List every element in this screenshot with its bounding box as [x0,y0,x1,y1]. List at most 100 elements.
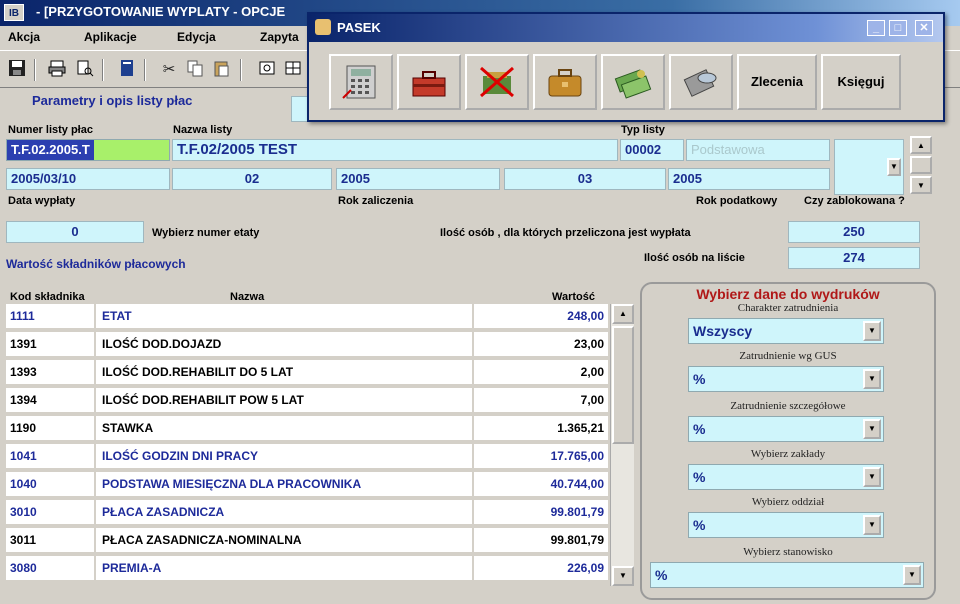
app-icon[interactable]: IB [4,4,24,21]
column-header-wartosc: Wartość [552,291,595,303]
table-row[interactable]: 1041 ILOŚĆ GODZIN DNI PRACY 17.765,00 [6,444,610,470]
sum-icon[interactable] [256,59,278,81]
print-field-label: Charakter zatrudnienia [737,302,839,314]
osob-przeliczona-field[interactable]: 250 [788,221,920,243]
print-field-select[interactable]: % ▼ [650,562,924,588]
book-icon[interactable] [116,59,138,81]
print-field-select[interactable]: % ▼ [688,416,884,442]
money-button[interactable] [601,54,665,110]
rok-podatkowy-label: Rok podatkowy [696,195,778,207]
skladniki-title: Wartość składników płacowych [6,257,186,271]
rok-podatkowy-field[interactable]: 2005 [668,168,830,190]
nazwa-listy-field[interactable]: T.F.02/2005 TEST [172,139,618,161]
cell-kod: 1041 [6,444,96,468]
table-scrollbar[interactable]: ▲ ▼ [610,304,634,586]
table-row[interactable]: 3010 PŁACA ZASADNICZA 99.801,79 [6,500,610,526]
menu-edycja[interactable]: Edycja [177,30,216,44]
spin-down-button[interactable]: ▼ [910,176,932,194]
cell-wartosc: 226,09 [476,556,610,580]
chevron-down-icon[interactable]: ▼ [863,515,881,535]
table-row[interactable]: 1394 ILOŚĆ DOD.REHABILIT POW 5 LAT 7,00 [6,388,610,414]
print-icon[interactable] [46,59,68,81]
cell-wartosc: 2,00 [476,360,610,384]
cell-wartosc: 23,00 [476,332,610,356]
table-body: 1111 ETAT 248,00 1391 ILOŚĆ DOD.DOJAZD 23,00 1… [6,304,610,596]
cell-wartosc: 248,00 [476,304,610,328]
table-row[interactable]: 3011 PŁACA ZASADNICZA-NOMINALNA 99.801,79 [6,528,610,554]
disk-button[interactable] [669,54,733,110]
chevron-down-icon[interactable]: ▼ [863,369,881,389]
table-row[interactable]: 1391 ILOŚĆ DOD.DOJAZD 23,00 [6,332,610,358]
menu-akcja[interactable]: Akcja [8,30,40,44]
print-field-value: Wszyscy [693,323,753,339]
scroll-down-button[interactable]: ▼ [612,566,634,586]
rok-zaliczenia-field[interactable]: 2005 [336,168,500,190]
cell-nazwa: PODSTAWA MIESIĘCZNA DLA PRACOWNIKA [98,472,474,496]
cancel-tools-button[interactable] [465,54,529,110]
chevron-down-icon[interactable]: ▼ [887,158,901,176]
cell-nazwa: PŁACA ZASADNICZA-NOMINALNA [98,528,474,552]
table-row[interactable]: 1393 ILOŚĆ DOD.REHABILIT DO 5 LAT 2,00 [6,360,610,386]
etat-number-field[interactable]: 0 [6,221,144,243]
print-field-select[interactable]: % ▼ [688,512,884,538]
data-wyplaty-field[interactable]: 2005/03/10 [6,168,170,190]
chevron-down-icon[interactable]: ▼ [863,467,881,487]
month1-field[interactable]: 02 [172,168,332,190]
table-row[interactable]: 1111 ETAT 248,00 [6,304,610,330]
toolbar-separator [240,59,242,81]
print-field-label: Wybierz oddział [751,496,825,508]
menu-zapytania[interactable]: Zapyta [260,30,299,44]
briefcase-button[interactable] [533,54,597,110]
toolbox-button[interactable] [397,54,461,110]
print-field-value: % [693,517,706,533]
numer-listy-field[interactable]: T.F.02.2005.T [6,139,170,161]
scroll-up-button[interactable]: ▲ [612,304,634,324]
cell-nazwa: PREMIA-A [98,556,474,580]
spin-up-button[interactable]: ▲ [910,136,932,154]
print-field-label: Wybierz zakłady [750,448,826,460]
chevron-down-icon[interactable]: ▼ [903,565,921,585]
table-row[interactable]: 1040 PODSTAWA MIESIĘCZNA DLA PRACOWNIKA 40… [6,472,610,498]
minimize-button[interactable]: _ [867,20,885,36]
cell-kod: 3011 [6,528,96,552]
numer-listy-label: Numer listy płac [8,124,93,136]
typ-listy-label: Typ listy [621,124,665,136]
chevron-down-icon[interactable]: ▼ [863,321,881,341]
print-field-select[interactable]: Wszyscy ▼ [688,318,884,344]
zablokowana-select[interactable]: ▼ [834,139,904,195]
paste-icon[interactable] [210,59,232,81]
close-button[interactable]: ✕ [915,20,933,36]
month2-field[interactable]: 03 [504,168,666,190]
rok-zaliczenia-label: Rok zaliczenia [338,195,414,207]
pasek-title-bar: PASEK _ □ ✕ [309,14,943,42]
table-row[interactable]: 3080 PREMIA-A 226,09 [6,556,610,582]
column-header-kod: Kod składnika [10,291,85,303]
maximize-button[interactable]: □ [889,20,907,36]
typ-listy-code[interactable]: 00002 [620,139,684,161]
cell-kod: 1040 [6,472,96,496]
save-icon[interactable] [6,59,28,81]
calculator-button[interactable] [329,54,393,110]
osob-przeliczona-label: Ilość osób , dla których przeliczona jes… [440,227,691,239]
cut-icon[interactable]: ✂ [158,59,180,81]
table-row[interactable]: 1190 STAWKA 1.365,21 [6,416,610,442]
copy-icon[interactable] [184,59,206,81]
print-preview-icon[interactable] [74,59,96,81]
grid-icon[interactable] [282,59,304,81]
etat-number-label: Wybierz numer etaty [152,227,260,239]
osob-lista-label: Ilość osób na liście [644,252,745,264]
menu-aplikacje[interactable]: Aplikacje [84,30,137,44]
cell-kod: 3080 [6,556,96,580]
scroll-thumb[interactable] [612,326,634,444]
print-field-select[interactable]: % ▼ [688,464,884,490]
osob-lista-field[interactable]: 274 [788,247,920,269]
spin-middle-button[interactable] [910,156,932,174]
zlecenia-button[interactable]: Zlecenia [737,54,817,110]
zablokowana-label: Czy zablokowana ? [804,195,905,207]
chevron-down-icon[interactable]: ▼ [863,419,881,439]
skladniki-table: Kod składnika Nazwa Wartość 1111 ETAT 248,… [6,282,636,600]
cell-kod: 3010 [6,500,96,524]
cell-kod: 1394 [6,388,96,412]
print-field-select[interactable]: % ▼ [688,366,884,392]
ksieguj-button[interactable]: Księguj [821,54,901,110]
